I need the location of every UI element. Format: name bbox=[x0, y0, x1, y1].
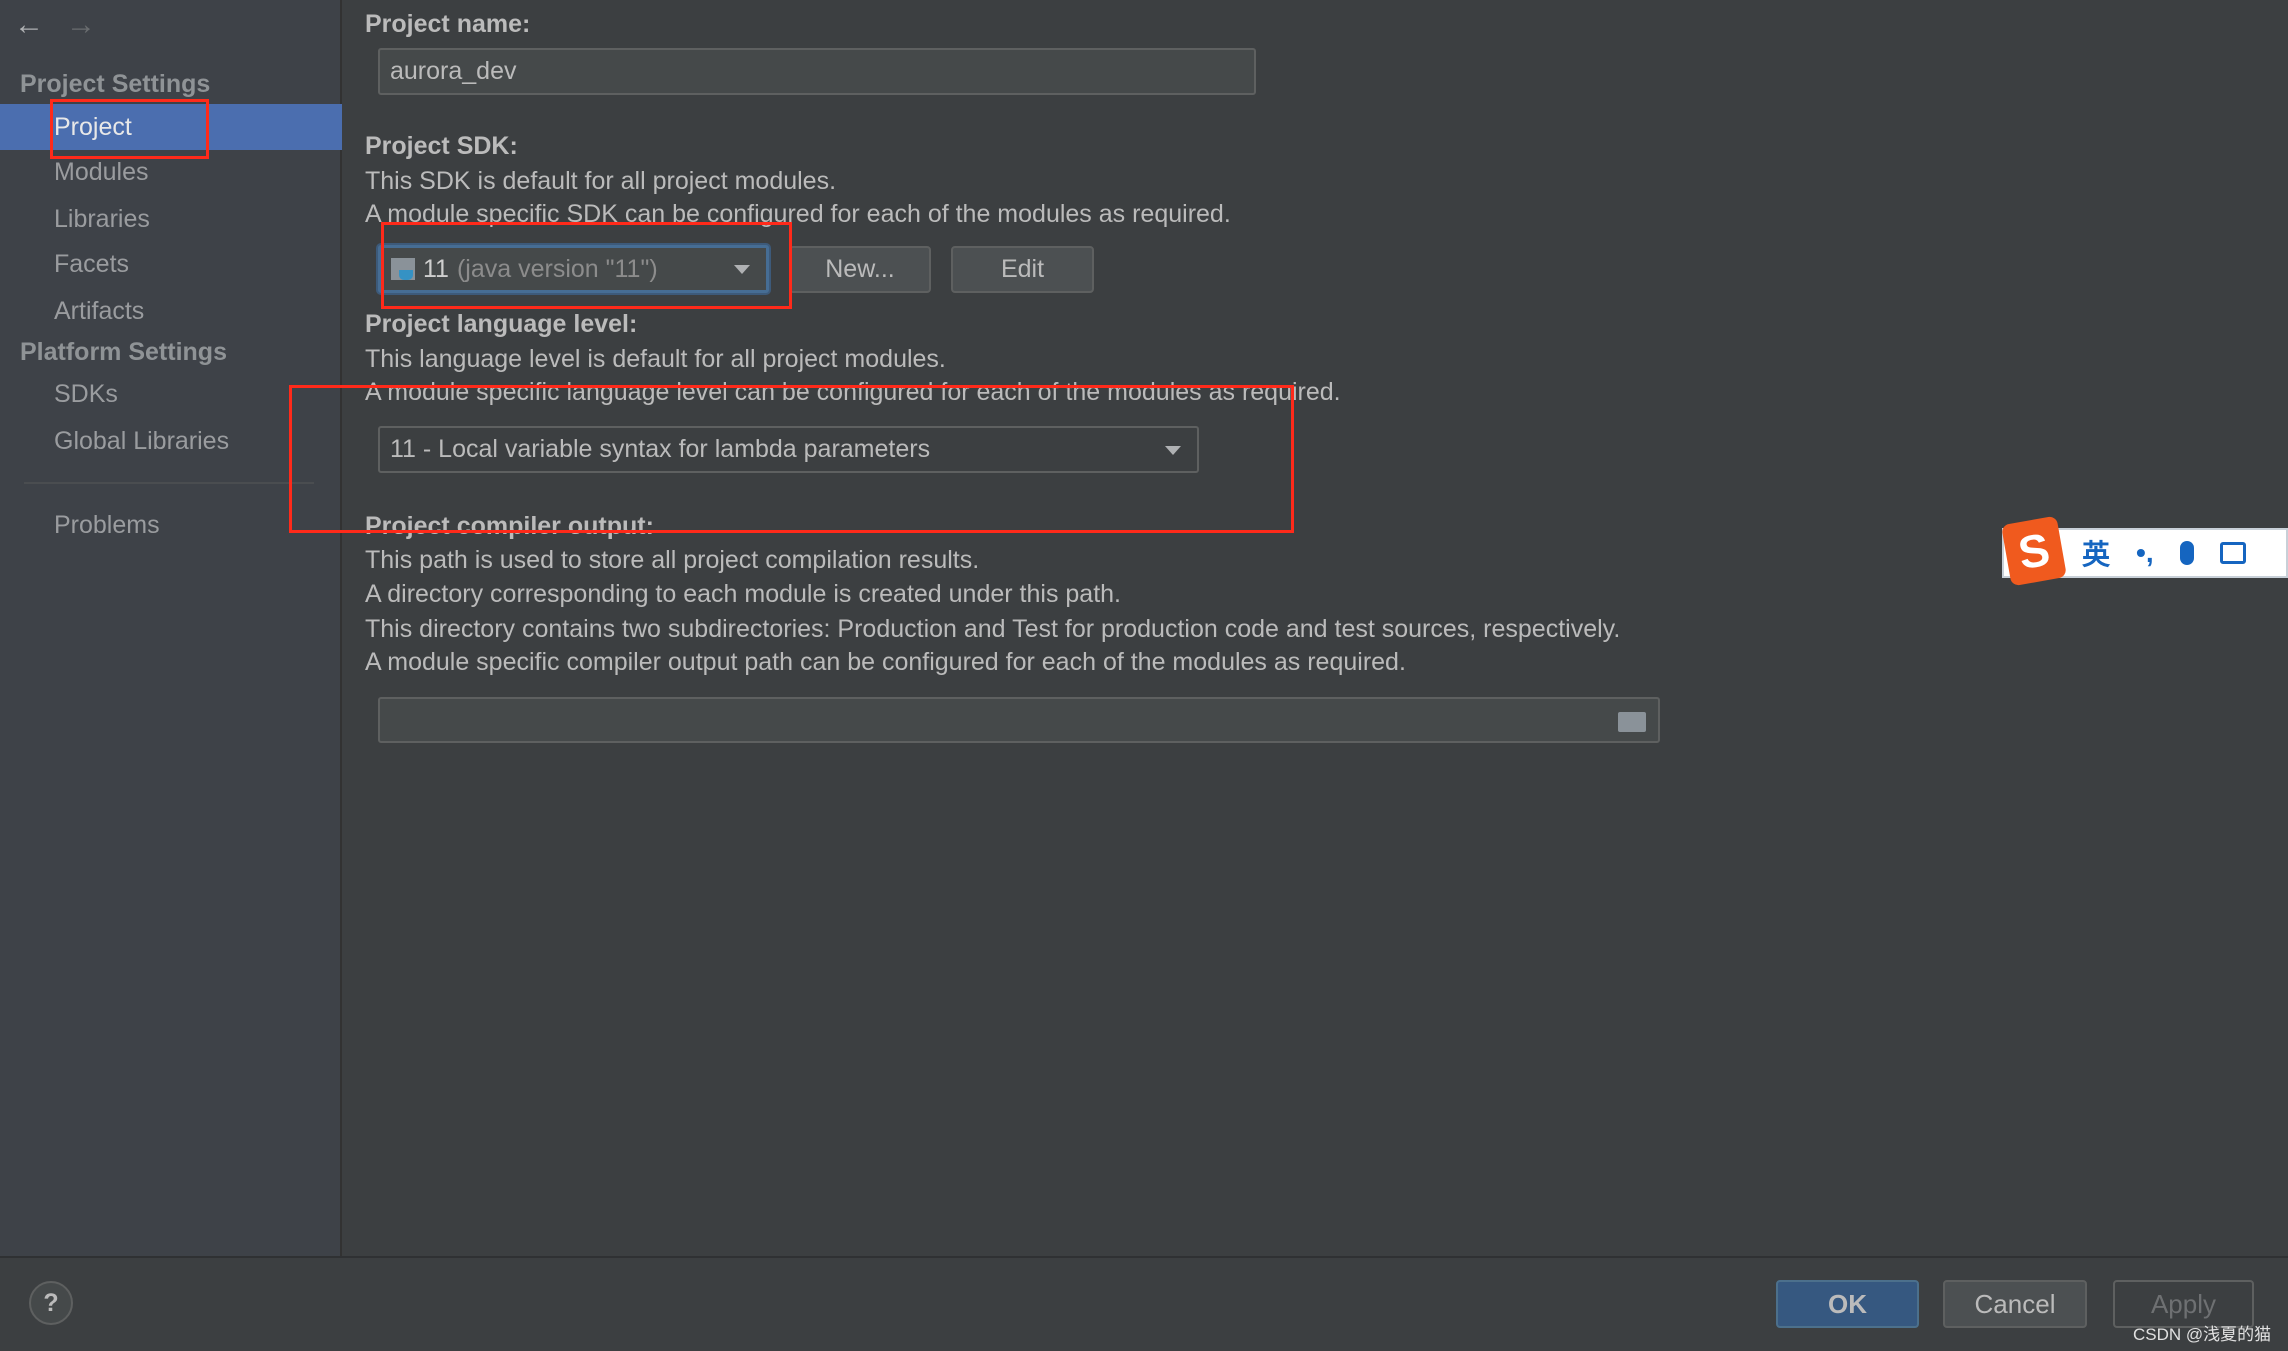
annotation-box bbox=[50, 99, 209, 159]
annotation-box bbox=[381, 222, 792, 309]
microphone-icon[interactable] bbox=[2179, 541, 2194, 565]
keyboard-icon[interactable] bbox=[2219, 542, 2246, 564]
ime-punctuation[interactable]: •, bbox=[2136, 537, 2154, 569]
ok-button[interactable]: OK bbox=[1776, 1280, 1919, 1328]
sdk-description: This SDK is default for all project modu… bbox=[365, 167, 837, 195]
annotation-box bbox=[289, 385, 1294, 533]
project-name-input[interactable]: aurora_dev bbox=[378, 48, 1256, 95]
compiler-description: This directory contains two subdirectori… bbox=[365, 615, 1621, 643]
project-name-label: Project name: bbox=[365, 10, 531, 38]
folder-browse-icon[interactable] bbox=[1618, 712, 1646, 732]
project-sdk-label: Project SDK: bbox=[365, 132, 518, 160]
help-button[interactable]: ? bbox=[29, 1281, 73, 1325]
sogou-logo-icon[interactable]: S bbox=[2001, 515, 2067, 587]
divider bbox=[24, 482, 314, 484]
language-level-description: This language level is default for all p… bbox=[365, 345, 946, 373]
compiler-description: This path is used to store all project c… bbox=[365, 546, 980, 574]
sidebar-item-facets[interactable]: Facets bbox=[0, 241, 342, 287]
ime-language[interactable]: 英 bbox=[2082, 533, 2110, 573]
language-level-label: Project language level: bbox=[365, 310, 638, 338]
project-name-value: aurora_dev bbox=[390, 57, 517, 85]
cancel-button[interactable]: Cancel bbox=[1943, 1280, 2087, 1328]
section-project-settings: Project Settings bbox=[20, 70, 211, 98]
section-platform-settings: Platform Settings bbox=[20, 338, 227, 366]
compiler-description: A directory corresponding to each module… bbox=[365, 580, 1121, 608]
back-arrow-icon[interactable]: ← bbox=[14, 8, 44, 42]
sidebar-item-artifacts[interactable]: Artifacts bbox=[0, 288, 342, 334]
sidebar-item-libraries[interactable]: Libraries bbox=[0, 196, 342, 242]
new-sdk-button[interactable]: New... bbox=[789, 246, 931, 293]
footer-divider bbox=[0, 1256, 2288, 1258]
edit-sdk-button[interactable]: Edit bbox=[951, 246, 1094, 293]
watermark: CSDN @浅夏的猫 bbox=[2133, 1325, 2272, 1344]
sidebar: ← → Project Settings Project Modules Lib… bbox=[0, 0, 342, 1256]
compiler-description: A module specific compiler output path c… bbox=[365, 648, 1406, 676]
compiler-output-path-input[interactable] bbox=[378, 697, 1660, 743]
forward-arrow-icon[interactable]: → bbox=[66, 8, 96, 42]
